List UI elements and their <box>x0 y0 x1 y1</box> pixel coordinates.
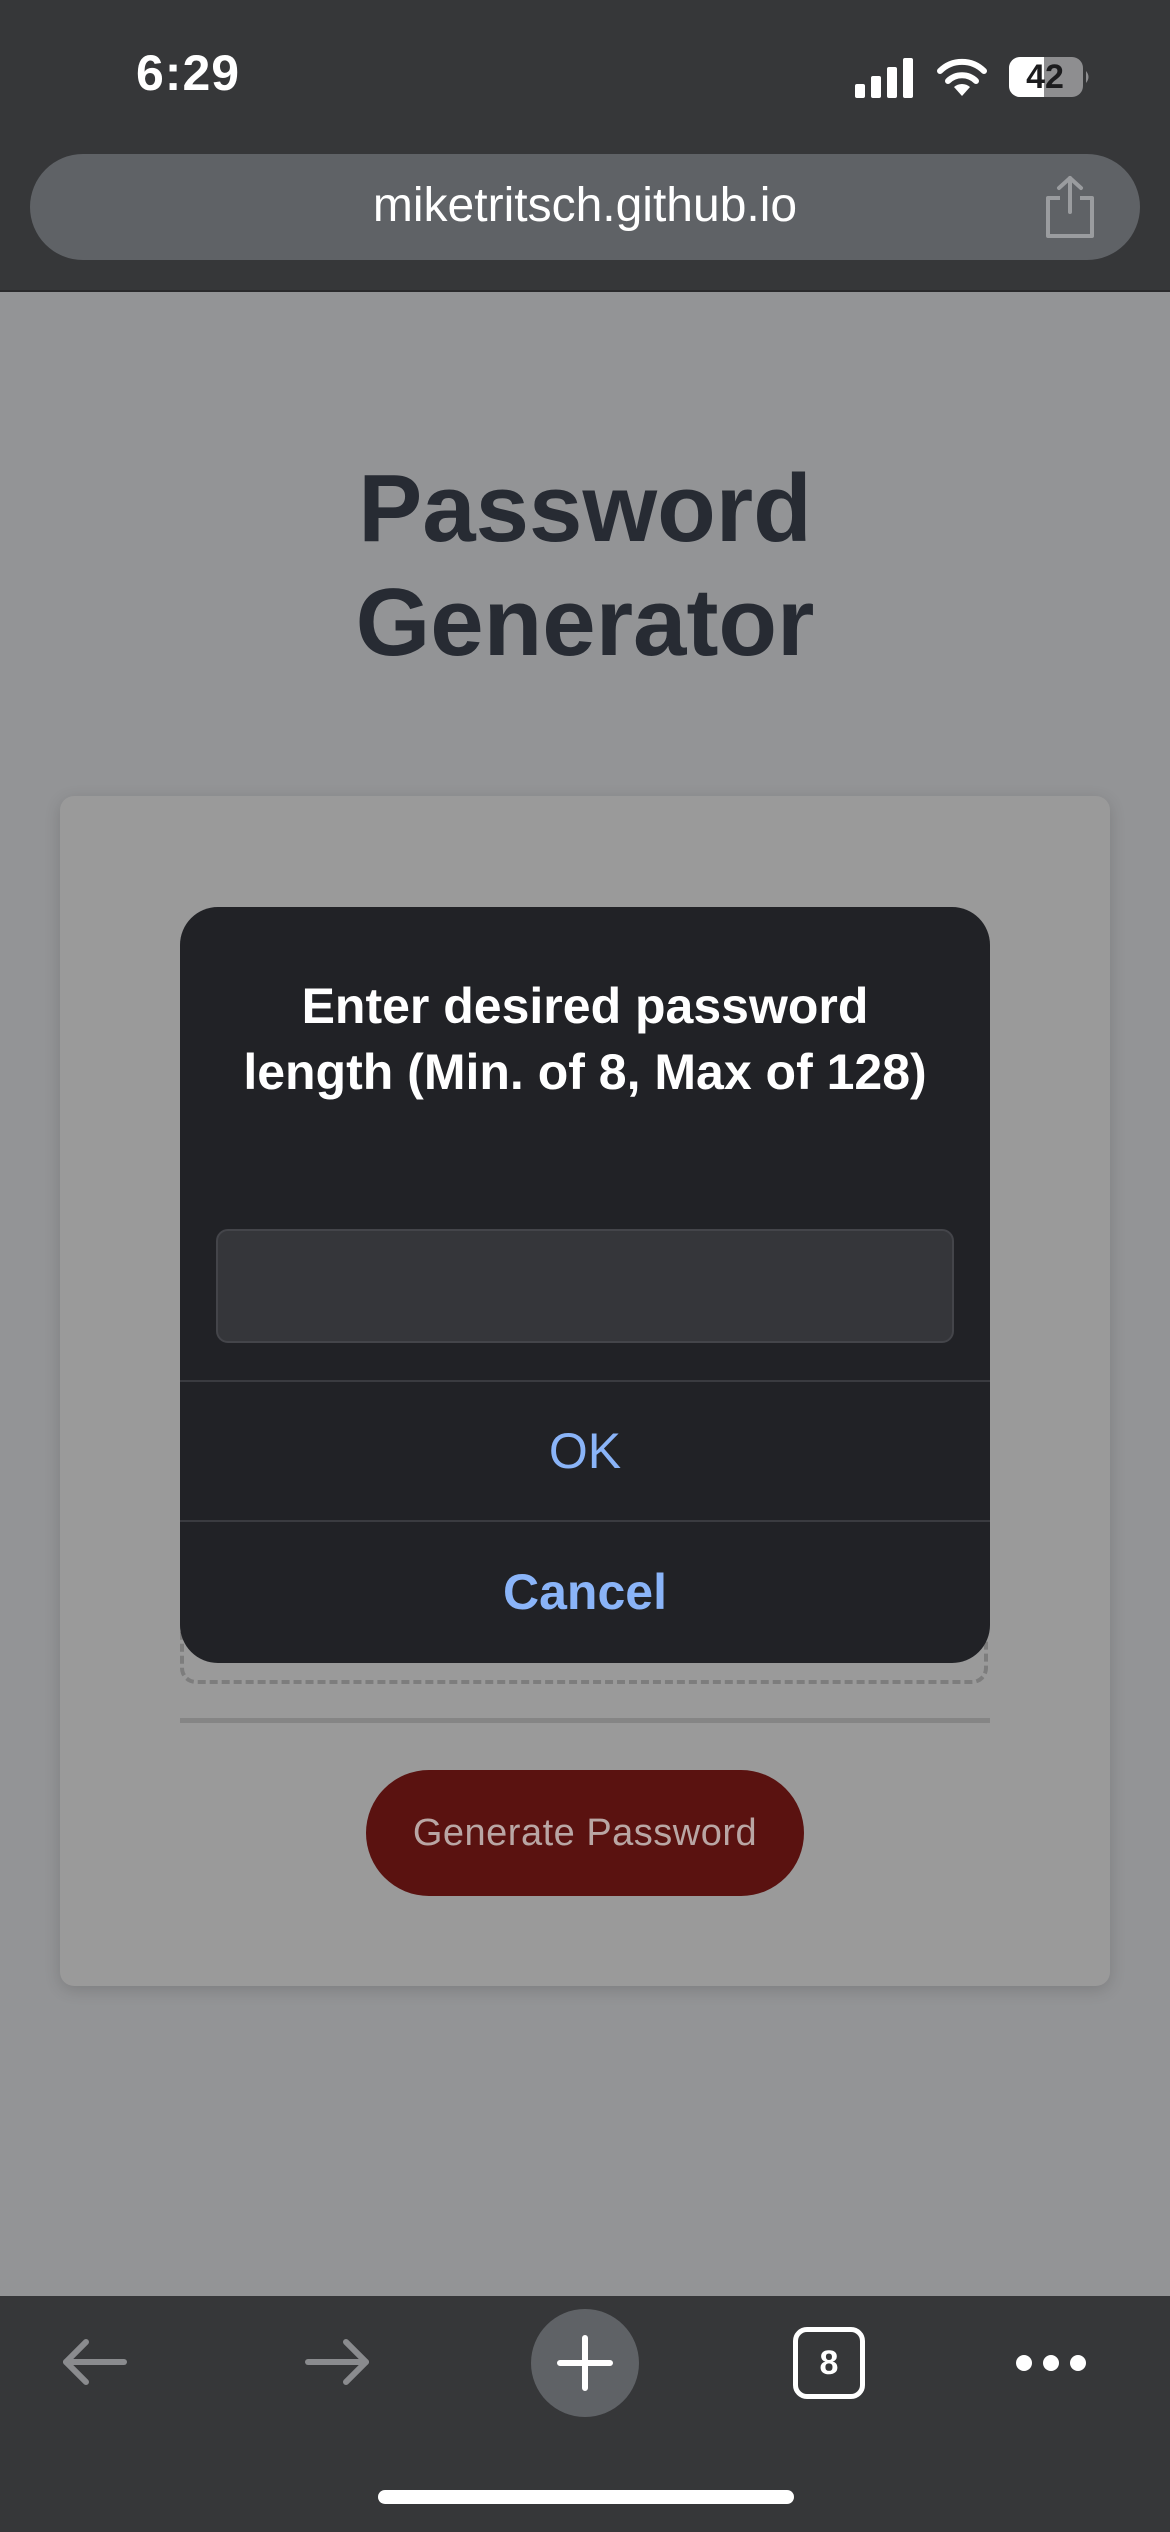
battery-level: 42 <box>1026 58 1064 96</box>
wifi-icon <box>937 58 987 96</box>
page-title-line-2: Generator <box>355 569 815 676</box>
card-divider <box>180 1718 990 1723</box>
signal-icon <box>855 58 913 98</box>
back-arrow-icon[interactable] <box>58 2330 130 2394</box>
ok-button[interactable]: OK <box>180 1382 990 1520</box>
tab-count[interactable]: 8 <box>793 2327 865 2399</box>
more-icon[interactable] <box>1014 2352 1088 2374</box>
generate-password-button[interactable]: Generate Password <box>366 1770 804 1896</box>
plus-icon[interactable] <box>556 2334 614 2392</box>
password-length-input[interactable] <box>216 1229 954 1343</box>
forward-arrow-icon[interactable] <box>302 2330 374 2394</box>
page-title-line-1: Password <box>358 455 812 562</box>
page-title: Password Generator <box>0 452 1170 680</box>
status-time: 6:29 <box>136 45 241 101</box>
url-text[interactable]: miketritsch.github.io <box>0 178 1170 234</box>
cancel-button[interactable]: Cancel <box>180 1522 990 1663</box>
dialog-message: Enter desired password length (Min. of 8… <box>243 978 927 1100</box>
prompt-dialog: Enter desired password length (Min. of 8… <box>180 907 990 1663</box>
share-icon[interactable] <box>1040 174 1100 240</box>
home-indicator <box>378 2490 794 2504</box>
